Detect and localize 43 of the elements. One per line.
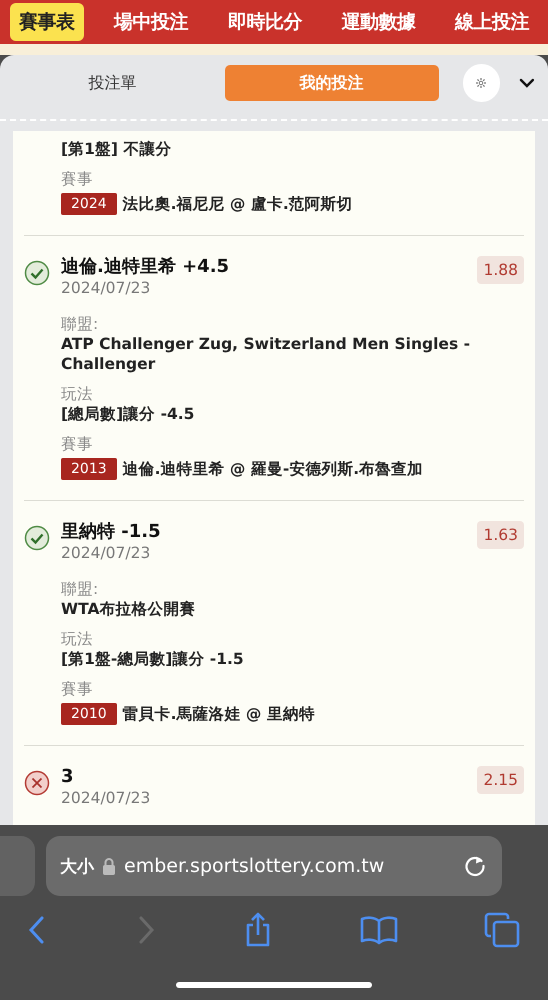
event-code-badge: 2024	[61, 193, 117, 215]
bet-selection: 迪倫.迪特里希 +4.5	[61, 256, 230, 278]
nav-tab[interactable]: 線上投注	[446, 3, 538, 41]
settings-button[interactable]	[462, 64, 500, 102]
field-value: [第1盤] 不讓分	[61, 139, 172, 159]
odds-badge: 2.15	[477, 766, 524, 794]
field-label: 聯盟:	[61, 314, 100, 334]
bet-date: 2024/07/23	[61, 543, 152, 563]
bet-date: 2024/07/23	[61, 788, 150, 808]
bet-date: 2024/07/23	[61, 278, 152, 298]
field-label: 玩法	[61, 629, 94, 649]
bet-selection: 3	[61, 766, 75, 788]
event-match: 法比奧.福尼尼 @ 盧卡.范阿斯切	[122, 194, 353, 214]
bet-tab[interactable]: 投注單	[30, 65, 195, 101]
event-match: 迪倫.迪特里希 @ 羅曼-安德列斯.布魯查加	[122, 459, 424, 479]
nav-tab[interactable]: 即時比分	[218, 3, 311, 41]
settings-icon	[475, 77, 488, 89]
url-text: ember.sportslottery.com.tw	[124, 855, 386, 877]
field-value: [第1盤-總局數]讓分 -1.5	[61, 649, 245, 669]
event-match: 雷貝卡.馬薩洛娃 @ 里納特	[122, 704, 315, 724]
address-bar[interactable]: 大小 ember.sportslottery.com.tw	[46, 836, 502, 896]
nav-tab[interactable]: 運動數據	[332, 3, 424, 41]
event-code-badge: 2013	[61, 458, 117, 480]
odds-badge: 1.63	[477, 521, 524, 549]
field-value: [總局數]讓分 -4.5	[61, 404, 196, 424]
field-label: 賽事	[61, 679, 94, 699]
bet-tab[interactable]: 我的投注	[224, 65, 439, 101]
nav-tab[interactable]: 賽事表	[10, 3, 84, 41]
field-label: 賽事	[61, 169, 94, 189]
bet-selection: 里納特 -1.5	[61, 521, 161, 543]
tabs-icon[interactable]	[484, 912, 520, 948]
lock-icon	[102, 857, 116, 875]
field-label: 玩法	[61, 384, 94, 404]
book-icon[interactable]	[360, 914, 398, 946]
field-value: WTA布拉格公開賽	[61, 599, 196, 619]
nav-tab[interactable]: 場中投注	[105, 3, 198, 41]
field-value: ATP Challenger Zug, Switzerland Men Singles - Challenger	[61, 334, 472, 374]
odds-badge: 1.88	[477, 256, 524, 284]
event-code-badge: 2010	[61, 703, 117, 725]
text-size-button[interactable]: 大小	[60, 854, 94, 878]
field-label: 聯盟:	[61, 579, 100, 599]
field-label: 賽事	[61, 434, 94, 454]
chevron-down-icon[interactable]	[518, 77, 536, 89]
